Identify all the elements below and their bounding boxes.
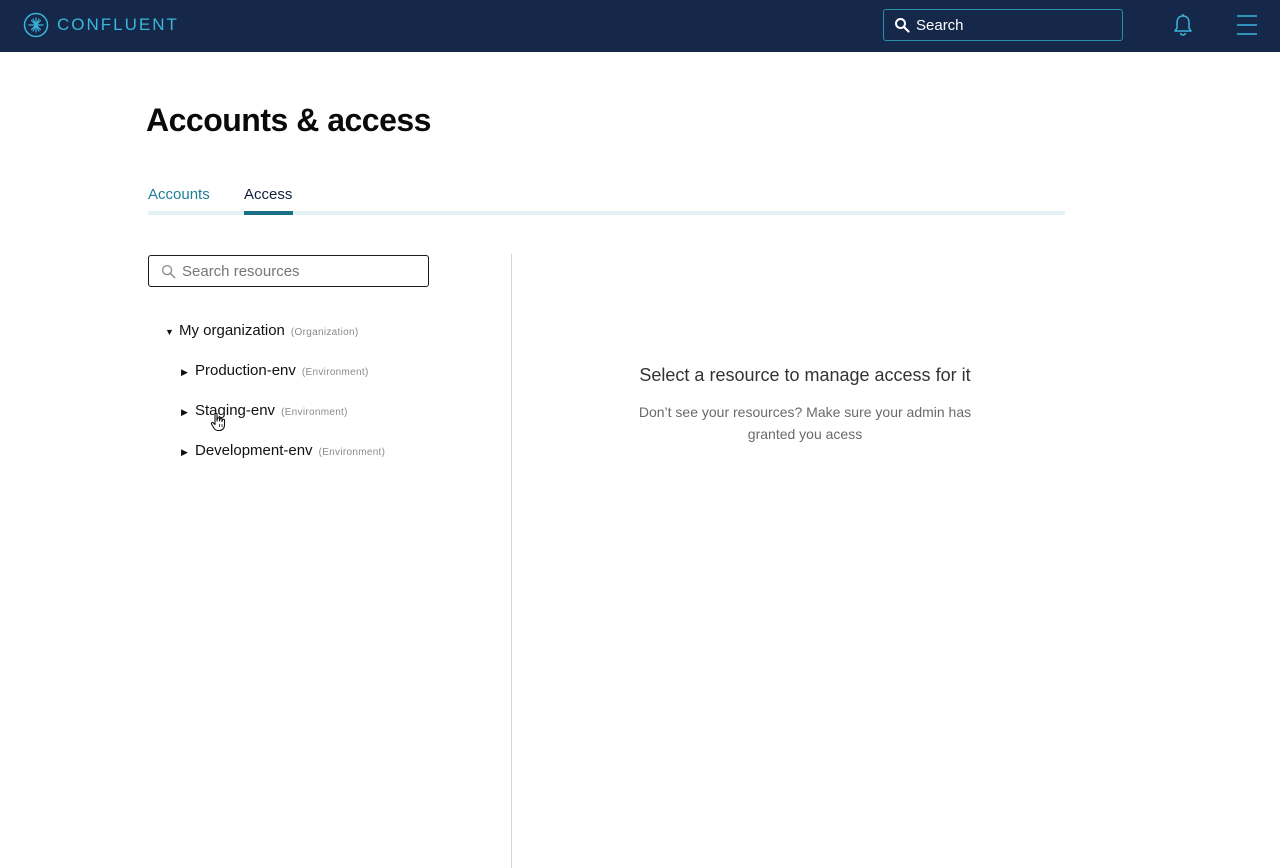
empty-state-subtitle: Don’t see your resources? Make sure your… (638, 404, 972, 442)
tree-item-type: (Environment) (301, 367, 369, 378)
brand-name: CONFLUENT (57, 15, 179, 34)
resource-search[interactable] (148, 255, 429, 287)
caret-right-icon[interactable]: ▶ (181, 367, 195, 378)
tree-item-development-env[interactable]: ▶ Development-env (Environment) (181, 442, 385, 459)
tree-item-type: (Environment) (281, 407, 348, 418)
tree-item-staging-env[interactable]: ▶ Staging-env (Environment) (181, 402, 348, 419)
caret-right-icon[interactable]: ▶ (181, 407, 195, 418)
search-icon (895, 18, 910, 33)
global-search[interactable] (883, 9, 1123, 41)
global-search-input[interactable] (916, 16, 1116, 34)
tree-item-type: (Organization) (290, 327, 359, 338)
tab-access[interactable]: Access (244, 186, 292, 203)
search-icon (161, 264, 176, 278)
bell-icon[interactable] (1172, 13, 1194, 37)
tree-item-production-env[interactable]: ▶ Production-env (Environment) (181, 362, 369, 379)
tree-item-label: My organization (179, 322, 285, 339)
panel-divider (511, 254, 512, 868)
tree-item-label: Production-env (195, 362, 296, 379)
hamburger-menu-icon[interactable] (1236, 14, 1258, 36)
empty-state-title: Select a resource to manage access for i… (639, 365, 971, 385)
brand-logo[interactable]: CONFLUENT (23, 11, 179, 39)
tab-accounts[interactable]: Accounts (148, 186, 210, 203)
tree-item-type: (Environment) (318, 447, 386, 458)
hand-pointer-icon (210, 412, 226, 432)
top-navigation-bar: CONFLUENT (0, 0, 1280, 52)
confluent-logo-icon (23, 12, 49, 38)
active-tab-indicator (244, 211, 293, 215)
caret-right-icon[interactable]: ▶ (181, 447, 195, 458)
resource-search-input[interactable] (182, 262, 422, 280)
tree-item-label: Staging-env (195, 402, 276, 419)
caret-down-icon[interactable]: ▼ (165, 327, 179, 337)
tab-bar: Accounts Access (148, 180, 1065, 215)
tree-item-label: Development-env (195, 442, 313, 459)
page-title: Accounts & access (146, 102, 431, 138)
tree-item-my-organization[interactable]: ▼ My organization (Organization) (165, 322, 358, 339)
